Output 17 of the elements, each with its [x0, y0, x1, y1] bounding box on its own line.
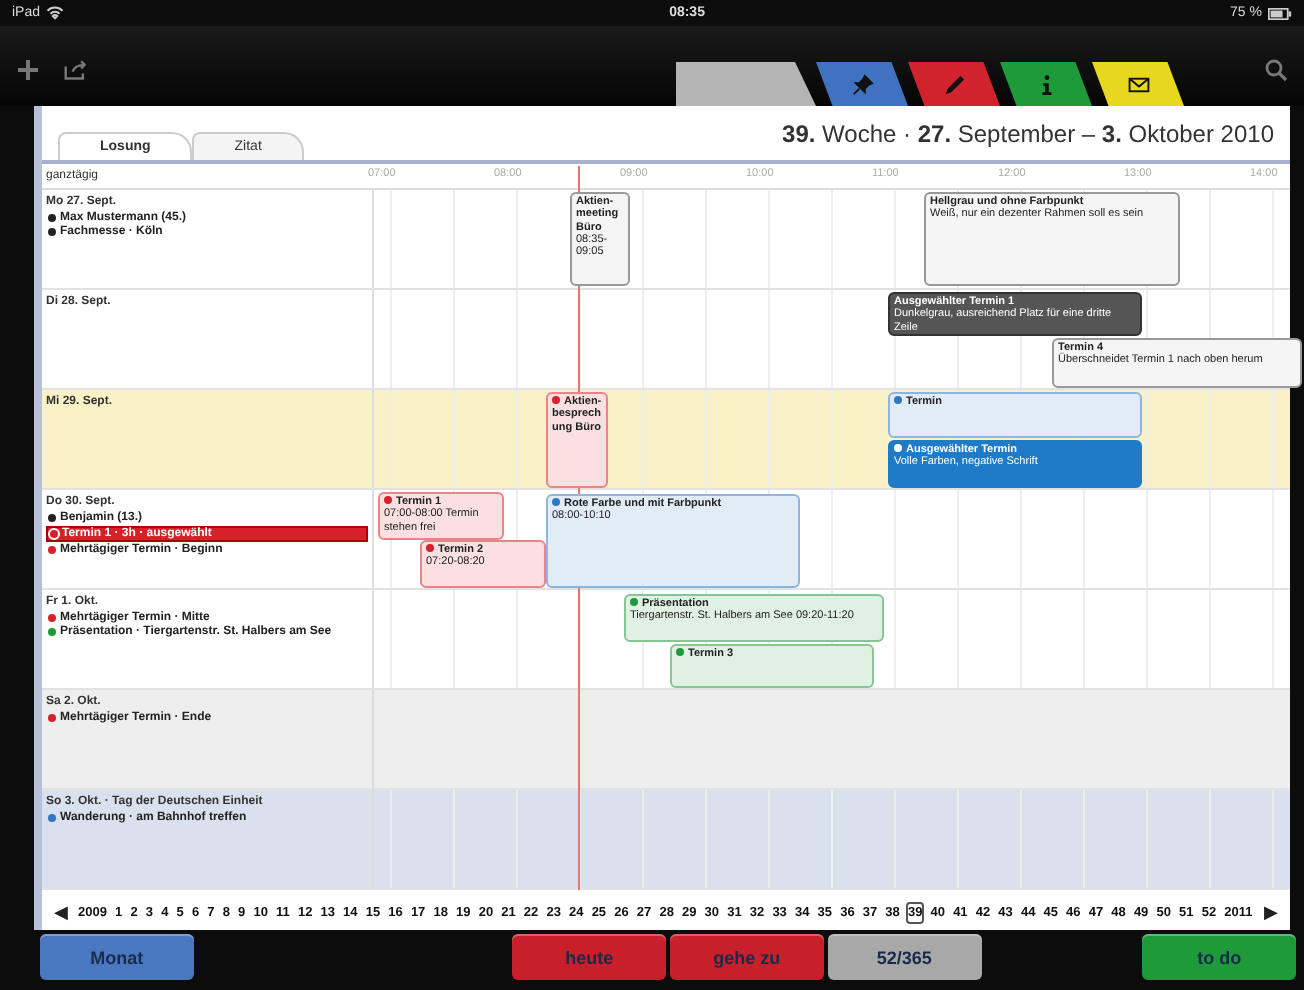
week-title: 39. Woche · 27. September – 3. Oktober 2010 — [782, 119, 1274, 147]
toolbar-tab[interactable] — [1000, 62, 1092, 106]
bottom-button[interactable]: to do — [1142, 934, 1296, 980]
next-button[interactable]: ▶ — [1264, 902, 1278, 922]
envelope-icon — [1127, 73, 1149, 95]
event-dot — [894, 444, 902, 452]
wifi-icon — [46, 6, 65, 20]
pencil-icon — [943, 73, 965, 95]
search-icon[interactable] — [1264, 58, 1288, 82]
bottom-button[interactable]: 52/365 — [827, 934, 981, 980]
toolbar-tab[interactable] — [676, 62, 816, 106]
battery-icon — [1267, 7, 1292, 19]
share-icon[interactable] — [64, 58, 88, 82]
pin-icon — [851, 73, 873, 95]
add-icon[interactable] — [16, 58, 40, 82]
toolbar-tab[interactable] — [1092, 62, 1184, 106]
previous-button[interactable]: ◀ — [54, 902, 68, 922]
